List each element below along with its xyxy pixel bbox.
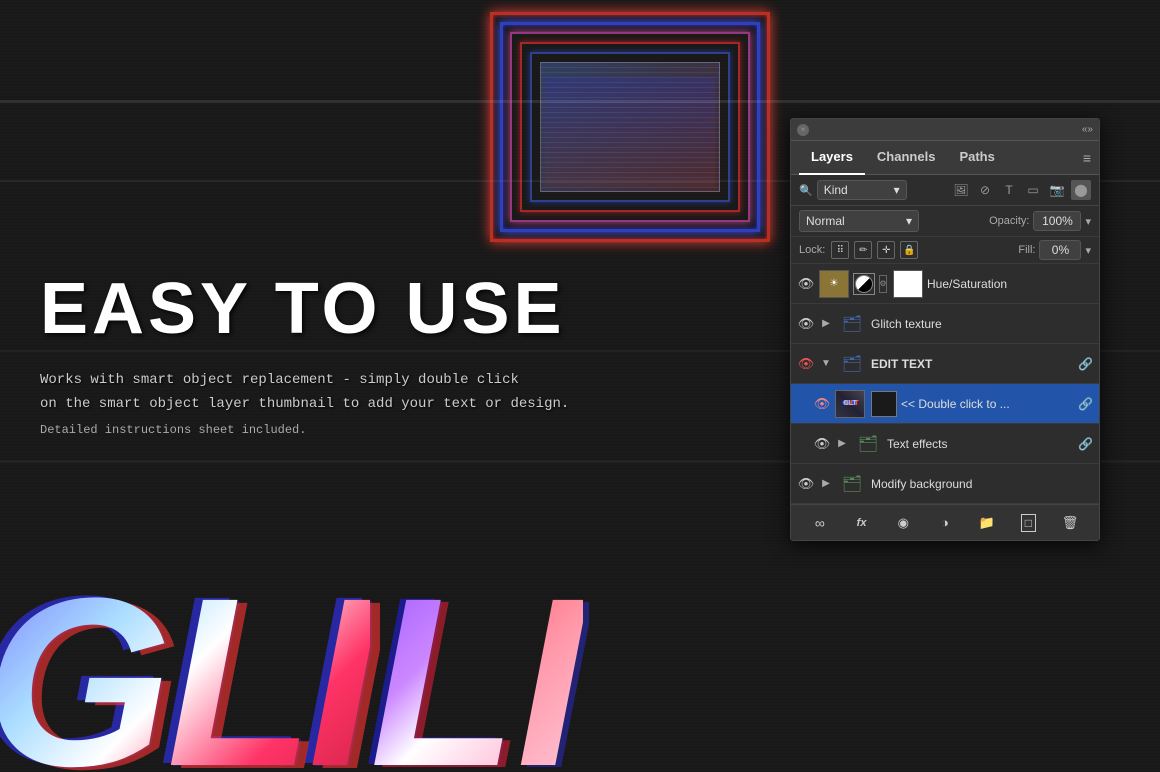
filter-search-icon: 🔍 [799,184,813,197]
neon-box-art [490,12,770,242]
panel-collapse-button[interactable]: «» [1082,124,1093,135]
layer-name-modbg: Modify background [871,477,1093,491]
layer-hue-saturation[interactable]: 👁 ☀ ⚙ Hue/Saturation [791,264,1099,304]
lock-row: Lock: ⠿ ✏ ✛ 🔒 Fill: 0% ▾ [791,237,1099,264]
filter-pixel-btn[interactable]: 🖼 [951,180,971,200]
new-group-btn[interactable]: 📁 [975,511,999,535]
layer-thumb-dblclick: GLT [835,390,865,418]
layer-mask-btn[interactable]: ◉ [891,511,915,535]
layer-name-dblclick: << Double click to ... [901,397,1074,411]
adjustment-btn[interactable]: ◑ [933,511,957,535]
opacity-group: Opacity: 100% ▾ [989,211,1091,231]
filter-row: 🔍 Kind ▾ 🖼 ⊘ T ▭ 📷 ⬤ [791,175,1099,206]
layer-eye-modbg[interactable]: 👁 [797,475,815,493]
panel-close-button[interactable]: × [797,124,809,136]
bottom-toolbar: ∞ fx ◉ ◑ 📁 □ 🗑 [791,504,1099,540]
new-layer-btn[interactable]: □ [1016,511,1040,535]
layer-eye-textfx[interactable]: 👁 [813,435,831,453]
filter-smart-btn[interactable]: 📷 [1047,180,1067,200]
glitch-text-art: GLI L I [0,562,583,772]
layer-expand-edittext[interactable]: ▼ [819,357,833,371]
lock-all-btn[interactable]: 🔒 [900,241,918,259]
fill-label: Fill: [1018,244,1035,256]
sub-text-line2: on the smart object layer thumbnail to a… [40,393,680,417]
layer-eye-hue[interactable]: 👁 [797,275,815,293]
filter-icons-group: 🖼 ⊘ T ▭ 📷 ⬤ [951,180,1091,200]
filter-shape-btn[interactable]: ▭ [1023,180,1043,200]
filter-adjustment-btn[interactable]: ⊘ [975,180,995,200]
layer-expand-modbg[interactable]: ▶ [819,477,833,491]
delete-layer-btn[interactable]: 🗑 [1058,511,1082,535]
layer-modify-bg[interactable]: 👁 ▶ 🗂 Modify background [791,464,1099,504]
layer-thumb-glitch: 🗂 [837,310,867,338]
layer-link-edittext: 🔗 [1078,357,1093,371]
fill-input[interactable]: 0% [1039,240,1081,260]
layer-double-click[interactable]: 👁 GLT << Double click to ... 🔗 [791,384,1099,424]
layer-whitemask-hue [893,270,923,298]
layer-text-effects[interactable]: 👁 ▶ 🗂 Text effects 🔗 [791,424,1099,464]
layer-expand-glitch[interactable]: ▶ [819,317,833,331]
blend-mode-row: Normal ▾ Opacity: 100% ▾ [791,206,1099,237]
layer-glitch-texture[interactable]: 👁 ▶ 🗂 Glitch texture [791,304,1099,344]
filter-kind-select[interactable]: Kind ▾ [817,180,907,200]
link-layer-btn[interactable]: ∞ [808,511,832,535]
scan-line-1 [0,100,1160,103]
filter-dot-btn[interactable]: ⬤ [1071,180,1091,200]
blend-mode-select[interactable]: Normal ▾ [799,210,919,232]
opacity-input[interactable]: 100% [1033,211,1081,231]
filter-type-btn[interactable]: T [999,180,1019,200]
lock-pixels-btn[interactable]: ⠿ [831,241,849,259]
layer-thumb-textfx: 🗂 [853,430,883,458]
left-text-area: EASY TO USE Works with smart object repl… [40,270,680,437]
layer-link-textfx: 🔗 [1078,437,1093,451]
layer-mask-dblclick [871,391,897,417]
layer-thumb-modbg: 🗂 [837,470,867,498]
layer-name-glitch: Glitch texture [871,317,1093,331]
lock-icons-group: ⠿ ✏ ✛ 🔒 [831,241,918,259]
tab-layers[interactable]: Layers [799,141,865,175]
lock-paint-btn[interactable]: ✏ [854,241,872,259]
layer-eye-glitch[interactable]: 👁 [797,315,815,333]
fill-group: Fill: 0% ▾ [1018,240,1091,260]
layer-mask-hue [853,273,875,295]
layer-fx-btn[interactable]: fx [850,511,874,535]
tab-paths[interactable]: Paths [947,141,1006,175]
layer-edit-text[interactable]: 👁 ▼ 🗂 EDIT TEXT 🔗 [791,344,1099,384]
panel-tabs: Layers Channels Paths ≡ [791,141,1099,175]
layer-expand-textfx[interactable]: ▶ [835,437,849,451]
layer-name-textfx: Text effects [887,437,1074,451]
layer-adjicon-hue: ⚙ [879,275,887,293]
layer-eye-dblclick[interactable]: 👁 [813,395,831,413]
opacity-label: Opacity: [989,215,1029,227]
layer-link-dblclick: 🔗 [1078,397,1093,411]
lock-label: Lock: [799,244,825,256]
main-title: EASY TO USE [40,270,680,349]
layer-thumb-hue: ☀ [819,270,849,298]
tab-channels[interactable]: Channels [865,141,948,175]
layers-panel: × «» Layers Channels Paths ≡ 🔍 Kind ▾ 🖼 … [790,118,1100,541]
sub-text-detail: Detailed instructions sheet included. [40,423,680,437]
lock-move-btn[interactable]: ✛ [877,241,895,259]
layer-thumb-edittext: 🗂 [837,350,867,378]
layer-name-hue: Hue/Saturation [927,277,1093,291]
fill-chevron[interactable]: ▾ [1085,244,1091,257]
layer-eye-edittext[interactable]: 👁 [797,355,815,373]
panel-titlebar: × «» [791,119,1099,141]
sub-text-line1: Works with smart object replacement - si… [40,369,680,393]
layers-list: 👁 ☀ ⚙ Hue/Saturation 👁 ▶ 🗂 Glitch textur… [791,264,1099,504]
layer-name-edittext: EDIT TEXT [871,357,1074,371]
panel-menu-icon[interactable]: ≡ [1083,150,1091,166]
opacity-chevron[interactable]: ▾ [1085,215,1091,228]
